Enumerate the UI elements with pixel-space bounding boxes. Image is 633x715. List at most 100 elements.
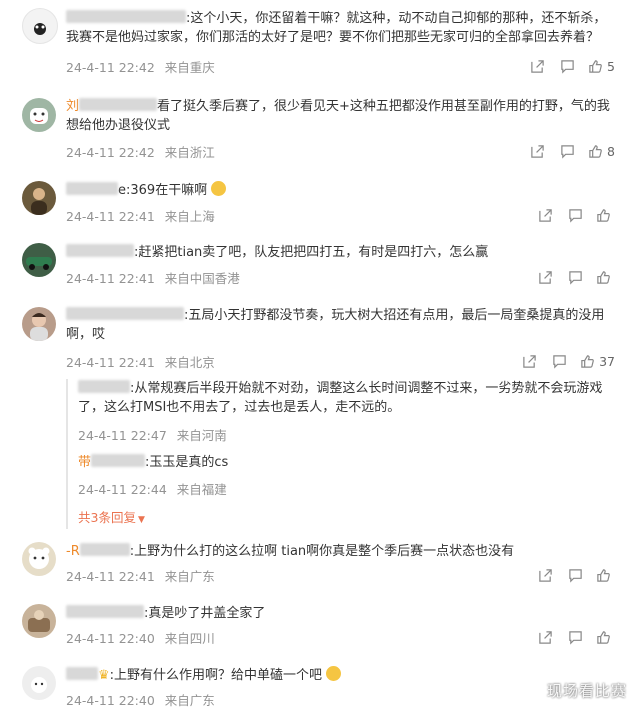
comment-icon: [568, 208, 582, 223]
username-blurred[interactable]: [66, 10, 186, 23]
username-blurred[interactable]: [78, 380, 130, 393]
avatar[interactable]: [22, 243, 56, 277]
username-blurred[interactable]: [66, 307, 184, 320]
share-button[interactable]: [514, 352, 544, 370]
comment-location: 来自北京: [164, 355, 215, 370]
comment-actions: 37: [514, 352, 615, 370]
comment-date: 24-4-11 22:40: [66, 693, 155, 708]
thumbs-up-icon: [589, 144, 602, 158]
username-blurred[interactable]: [79, 543, 130, 556]
comment-text: :真是吵了井盖全家了: [66, 604, 617, 623]
comment-text: ♛:上野有什么作用啊？给中单磕一个吧: [66, 666, 617, 685]
comment-icon: [568, 630, 582, 645]
reply-button[interactable]: [560, 566, 590, 584]
comment-date: 24-4-11 22:40: [66, 631, 155, 646]
comment-item: :真是吵了井盖全家了 24-4-11 22:40 来自四川: [0, 598, 633, 656]
avatar[interactable]: [22, 98, 56, 132]
thumbs-up-icon: [589, 59, 602, 73]
comment-icon: [568, 568, 582, 583]
username-prefix[interactable]: 刘: [66, 99, 79, 114]
comment-text: -R:上野为什么打的这么拉啊 tian啊你真是整个季后赛一点状态也没有: [66, 543, 515, 559]
thumbs-up-icon: [597, 270, 610, 284]
like-button[interactable]: 5: [588, 57, 615, 75]
thumbs-up-icon: [597, 568, 610, 582]
thumbs-up-icon: [597, 630, 610, 644]
share-button[interactable]: [522, 142, 552, 160]
reply-meta: 24-4-11 22:47 来自河南: [78, 425, 227, 444]
reply-button[interactable]: [560, 628, 590, 646]
share-button[interactable]: [530, 628, 560, 646]
chevron-down-icon: ▼: [137, 515, 145, 525]
reply-location: 来自河南: [176, 428, 227, 443]
reply-button[interactable]: [552, 142, 582, 160]
reply-button[interactable]: [560, 268, 590, 286]
comment-meta: 24-4-11 22:41 来自广东: [66, 566, 215, 585]
emoji-icon: [211, 181, 227, 196]
comment-actions: [530, 206, 615, 224]
username-blurred[interactable]: [66, 667, 98, 680]
share-icon: [522, 354, 536, 368]
reply-button[interactable]: [560, 206, 590, 224]
thumbs-up-icon: [597, 208, 610, 222]
like-button[interactable]: 8: [588, 142, 615, 160]
like-button[interactable]: [596, 206, 615, 224]
share-button[interactable]: [530, 566, 560, 584]
comment-location: 来自中国香港: [164, 271, 240, 286]
comment-location: 来自广东: [164, 693, 215, 708]
comment-text: 刘看了挺久季后赛了，很少看见天+这种五把都没作用甚至副作用的打野，气的我想给他办…: [66, 98, 610, 133]
like-button[interactable]: [596, 566, 615, 584]
username-blurred[interactable]: [66, 605, 144, 618]
reply-date: 24-4-11 22:47: [78, 428, 167, 443]
share-icon: [538, 630, 552, 644]
comment-text: :赶紧把tian卖了吧，队友把把四打五，有时是四打六，怎么赢: [66, 243, 617, 262]
comment-actions: [530, 566, 615, 584]
comment-text: :五局小天打野都没节奏，玩大树大招还有点用，最后一局奎桑提真的没用啊，哎: [66, 307, 605, 342]
username-blurred[interactable]: [91, 454, 146, 467]
avatar[interactable]: [22, 307, 56, 341]
avatar[interactable]: [22, 542, 56, 576]
comment-text: e:369在干嘛啊: [66, 181, 617, 200]
comment-actions: [530, 628, 615, 646]
more-replies-link[interactable]: 共3条回复 ▼: [78, 507, 145, 526]
like-button[interactable]: 37: [580, 352, 615, 370]
share-icon: [538, 270, 552, 284]
share-icon: [538, 208, 552, 222]
username-blurred[interactable]: [79, 98, 158, 111]
like-button[interactable]: [596, 628, 615, 646]
reply-text: 带:玉玉是真的cs: [78, 454, 229, 470]
avatar[interactable]: [22, 181, 56, 215]
reply-button[interactable]: [552, 57, 582, 75]
comment-meta: 24-4-11 22:41 来自北京: [66, 352, 215, 371]
reply-meta: 24-4-11 22:44 来自福建: [78, 479, 227, 498]
username-prefix[interactable]: -R: [66, 544, 80, 559]
share-button[interactable]: [530, 268, 560, 286]
comment-item: ♛:上野有什么作用啊？给中单磕一个吧 24-4-11 22:40 来自广东: [0, 660, 633, 715]
comment-actions: [530, 268, 615, 286]
avatar[interactable]: [22, 604, 56, 638]
username-blurred[interactable]: [66, 182, 118, 195]
like-button[interactable]: [596, 268, 615, 286]
like-count: 5: [607, 58, 615, 74]
comment-item: :这个小天，你还留着干嘛？就这种，动不动自己抑郁的那种，还不斩杀，我赛不是他妈过…: [0, 0, 633, 90]
comment-date: 24-4-11 22:42: [66, 145, 155, 160]
comment-meta: 24-4-11 22:41 来自中国香港: [66, 268, 240, 287]
comment-actions: 8: [522, 142, 615, 160]
reply-button[interactable]: [544, 352, 574, 370]
comment-date: 24-4-11 22:41: [66, 209, 155, 224]
share-button[interactable]: [530, 206, 560, 224]
comment-icon: [568, 270, 582, 285]
comment-item: e:369在干嘛啊 24-4-11 22:41 来自上海: [0, 175, 633, 237]
comment-meta: 24-4-11 22:41 来自上海: [66, 206, 215, 225]
share-icon: [530, 144, 544, 158]
share-button[interactable]: [522, 57, 552, 75]
comment-item: 刘看了挺久季后赛了，很少看见天+这种五把都没作用甚至副作用的打野，气的我想给他办…: [0, 90, 633, 175]
avatar[interactable]: [22, 666, 56, 700]
comment-location: 来自广东: [164, 569, 215, 584]
avatar[interactable]: [22, 8, 58, 44]
like-count: 8: [607, 143, 615, 159]
comment-icon: [560, 144, 574, 159]
username-prefix[interactable]: 带: [78, 455, 91, 470]
username-blurred[interactable]: [66, 244, 134, 257]
like-count: 37: [599, 353, 615, 369]
reply-location: 来自福建: [176, 482, 227, 497]
